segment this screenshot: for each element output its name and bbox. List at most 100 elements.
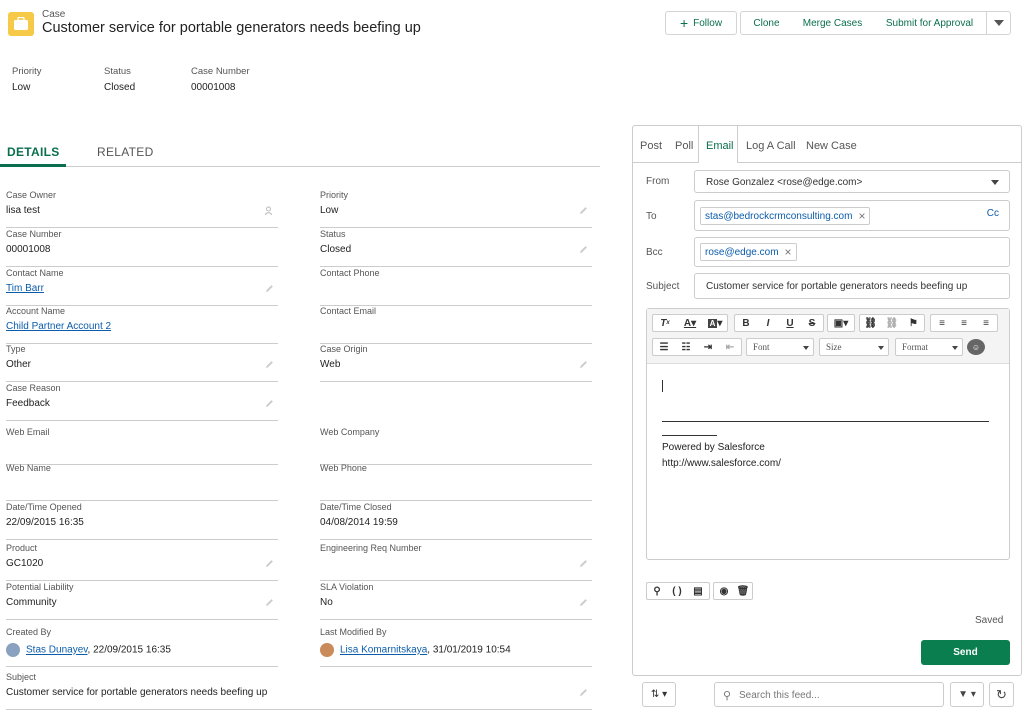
to-field[interactable]: stas@bedrockcrmconsulting.com × Cc	[694, 200, 1010, 231]
submit-for-approval-button[interactable]: Submit for Approval	[873, 11, 987, 35]
edit-pencil-icon[interactable]	[579, 360, 588, 369]
to-label: To	[646, 211, 657, 222]
close-icon[interactable]: ×	[785, 245, 792, 259]
edit-pencil-icon[interactable]	[579, 206, 588, 215]
close-icon[interactable]: ×	[858, 209, 865, 223]
refresh-icon: ↻	[996, 686, 1007, 702]
edit-pencil-icon[interactable]	[265, 360, 274, 369]
subject-input[interactable]: Customer service for portable generators…	[694, 273, 1010, 299]
more-actions-button[interactable]	[986, 11, 1011, 35]
send-button[interactable]: Send	[921, 640, 1010, 665]
field-engineering-req: Engineering Req Number	[320, 543, 592, 581]
bcc-field[interactable]: rose@edge.com ×	[694, 237, 1010, 267]
bold-icon[interactable]: B	[735, 315, 757, 331]
numbered-list-icon[interactable]: ☷	[675, 339, 697, 355]
preview-icon[interactable]: ◉	[714, 583, 734, 599]
bullet-list-icon[interactable]: ☰	[653, 339, 675, 355]
field-label: Contact Email	[320, 306, 377, 316]
field-web-email: Web Email	[6, 427, 278, 465]
field-account-name: Account Name Child Partner Account 2	[6, 306, 278, 344]
edit-pencil-icon[interactable]	[579, 559, 588, 568]
search-placeholder: Search this feed...	[739, 690, 820, 701]
trash-icon[interactable]: 🗑	[734, 583, 752, 599]
edit-pencil-icon[interactable]	[265, 284, 274, 293]
emoji-icon[interactable]: ☺	[967, 339, 985, 355]
format-select[interactable]: Format	[895, 338, 963, 356]
object-label: Case	[42, 9, 66, 20]
clear-format-icon[interactable]: Tx	[653, 315, 677, 331]
field-value: 04/08/2014 19:59	[320, 517, 398, 528]
field-label: Web Company	[320, 427, 380, 437]
attach-icon[interactable]: ⚲	[647, 583, 667, 599]
chevron-down-icon	[991, 180, 999, 185]
field-label: Web Name	[6, 463, 51, 473]
created-by-user-link[interactable]: Stas Dunayev	[26, 645, 88, 656]
signature-line: Powered by Salesforce	[662, 442, 765, 453]
tab-email[interactable]: Email	[706, 140, 734, 152]
edit-pencil-icon[interactable]	[265, 399, 274, 408]
field-value: lisa test	[6, 205, 40, 216]
follow-button[interactable]: + Follow	[665, 11, 737, 35]
field-status: Status Closed	[320, 229, 592, 267]
align-right-icon[interactable]: ≡	[975, 315, 997, 331]
link-icon[interactable]: ⛓	[860, 315, 881, 331]
page-title: Customer service for portable generators…	[42, 20, 421, 36]
from-select[interactable]: Rose Gonzalez <rose@edge.com>	[694, 170, 1010, 193]
field-value: Stas Dunayev, 22/09/2015 16:35	[6, 643, 171, 657]
indent-icon[interactable]: ⇥	[697, 339, 719, 355]
tab-related[interactable]: RELATED	[97, 145, 154, 159]
strikethrough-icon[interactable]: S	[801, 315, 823, 331]
flag-icon[interactable]: ⚑	[903, 315, 924, 331]
change-owner-icon[interactable]	[265, 206, 274, 216]
toolbar-group: ≡ ≡ ≡	[930, 314, 998, 332]
background-color-icon[interactable]: A ▾	[703, 315, 727, 331]
size-select[interactable]: Size	[819, 338, 889, 356]
align-center-icon[interactable]: ≡	[953, 315, 975, 331]
from-label: From	[646, 176, 670, 187]
underline-icon[interactable]: U	[779, 315, 801, 331]
tab-details[interactable]: DETAILS	[7, 145, 60, 159]
highlight-label: Status	[104, 66, 131, 77]
field-value: Feedback	[6, 398, 50, 409]
bcc-recipient-pill[interactable]: rose@edge.com ×	[700, 243, 797, 261]
to-recipient-pill[interactable]: stas@bedrockcrmconsulting.com ×	[700, 207, 871, 225]
unlink-icon[interactable]: ⛓	[881, 315, 902, 331]
template-icon[interactable]: ▤	[687, 583, 709, 599]
align-left-icon[interactable]: ≡	[931, 315, 953, 331]
chevron-down-icon	[878, 346, 884, 350]
field-sla-violation: SLA Violation No	[320, 582, 592, 620]
contact-name-link[interactable]: Tim Barr	[6, 283, 44, 294]
clone-button[interactable]: Clone	[740, 11, 793, 35]
tab-post[interactable]: Post	[640, 140, 662, 152]
sort-icon: ⇅ ▾	[650, 689, 668, 700]
tab-poll[interactable]: Poll	[675, 140, 693, 152]
field-case-reason: Case Reason Feedback	[6, 383, 278, 421]
feed-filter-button[interactable]: ▼ ▾	[950, 682, 984, 707]
edit-pencil-icon[interactable]	[579, 688, 588, 697]
tab-new-case[interactable]: New Case	[806, 140, 857, 152]
field-case-origin: Case Origin Web	[320, 344, 592, 382]
image-icon[interactable]: ▣▾	[828, 315, 854, 331]
font-select[interactable]: Font	[746, 338, 814, 356]
highlight-value: Low	[12, 82, 31, 93]
refresh-button[interactable]: ↻	[989, 682, 1014, 707]
account-name-link[interactable]: Child Partner Account 2	[6, 321, 111, 332]
tab-log-a-call[interactable]: Log A Call	[746, 140, 796, 152]
chevron-down-icon	[952, 346, 958, 350]
text-color-icon[interactable]: A▾	[677, 315, 703, 331]
merge-cases-button[interactable]: Merge Cases	[792, 11, 874, 35]
edit-pencil-icon[interactable]	[579, 245, 588, 254]
subject-label: Subject	[646, 281, 680, 292]
modified-by-user-link[interactable]: Lisa Komarnitskaya	[340, 645, 427, 656]
merge-field-icon[interactable]: ( )	[667, 583, 687, 599]
feed-sort-button[interactable]: ⇅ ▾	[642, 682, 676, 707]
cc-link[interactable]: Cc	[987, 208, 999, 219]
saved-status: Saved	[975, 615, 1004, 626]
edit-pencil-icon[interactable]	[265, 559, 274, 568]
edit-pencil-icon[interactable]	[265, 598, 274, 607]
edit-pencil-icon[interactable]	[579, 598, 588, 607]
italic-icon[interactable]: I	[757, 315, 779, 331]
feed-search-input[interactable]: ⚲ Search this feed...	[714, 682, 944, 707]
field-value: Other	[6, 359, 32, 370]
outdent-icon[interactable]: ⇤	[719, 339, 741, 355]
